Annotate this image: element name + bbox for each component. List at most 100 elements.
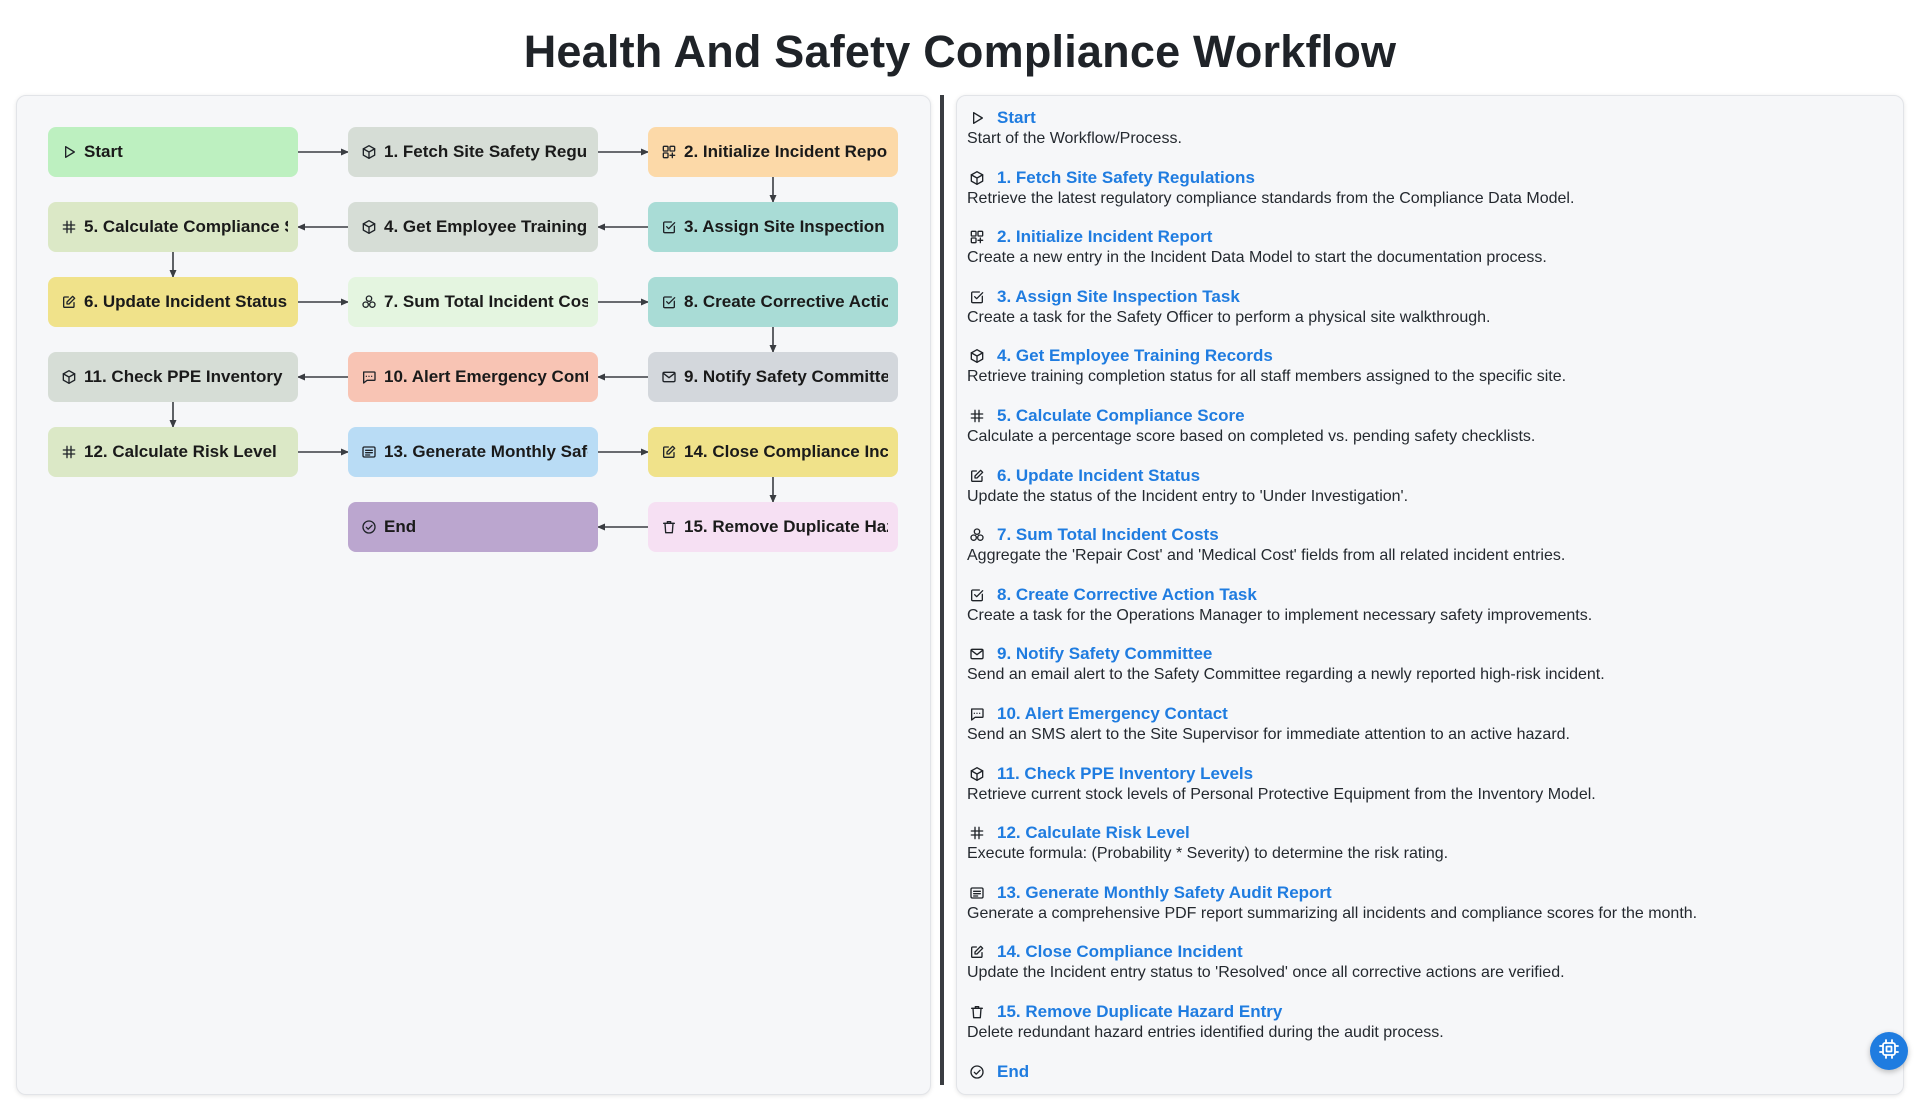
flow-node-label: 12. Calculate Risk Level bbox=[84, 442, 277, 462]
step-description: Retrieve current stock levels of Persona… bbox=[967, 786, 1897, 804]
flow-node-label: 7. Sum Total Incident Costs bbox=[384, 292, 588, 312]
flow-node-n15[interactable]: 15. Remove Duplicate Hazard Entry bbox=[648, 502, 898, 552]
hash-icon bbox=[60, 443, 78, 461]
flow-node-n10[interactable]: 10. Alert Emergency Contact bbox=[348, 352, 598, 402]
checkbox-icon bbox=[660, 293, 678, 311]
flow-diagram: Start 1. Fetch Site Safety Regulations 2. … bbox=[17, 96, 932, 696]
panel-divider[interactable] bbox=[940, 95, 944, 1085]
coins-icon bbox=[967, 525, 987, 545]
flow-node-n8[interactable]: 8. Create Corrective Action Task bbox=[648, 277, 898, 327]
check-circle-icon bbox=[360, 518, 378, 536]
step-title[interactable]: 12. Calculate Risk Level bbox=[997, 823, 1190, 843]
edit-icon bbox=[60, 293, 78, 311]
step-link[interactable]: 12. Calculate Risk Level bbox=[967, 822, 1897, 844]
message-icon bbox=[360, 368, 378, 386]
step-title[interactable]: 4. Get Employee Training Records bbox=[997, 346, 1273, 366]
step-link[interactable]: 7. Sum Total Incident Costs bbox=[967, 524, 1897, 546]
flow-node-label: 11. Check PPE Inventory Levels bbox=[84, 367, 288, 387]
step-title[interactable]: 2. Initialize Incident Report bbox=[997, 227, 1212, 247]
flow-node-n9[interactable]: 9. Notify Safety Committee bbox=[648, 352, 898, 402]
step-title[interactable]: 6. Update Incident Status bbox=[997, 466, 1200, 486]
step-description: Send an email alert to the Safety Commit… bbox=[967, 666, 1897, 684]
step-link[interactable]: 1. Fetch Site Safety Regulations bbox=[967, 167, 1897, 189]
flow-node-n4[interactable]: 4. Get Employee Training Records bbox=[348, 202, 598, 252]
step-item: 1. Fetch Site Safety RegulationsRetrieve… bbox=[967, 164, 1897, 224]
report-icon bbox=[360, 443, 378, 461]
flow-node-label: 15. Remove Duplicate Hazard Entry bbox=[684, 517, 888, 537]
flow-node-n13[interactable]: 13. Generate Monthly Safety Audit Report bbox=[348, 427, 598, 477]
step-title[interactable]: 1. Fetch Site Safety Regulations bbox=[997, 168, 1255, 188]
flow-node-label: 2. Initialize Incident Report bbox=[684, 142, 888, 162]
step-title[interactable]: Start bbox=[997, 108, 1036, 128]
checkbox-icon bbox=[967, 585, 987, 605]
step-item: 5. Calculate Compliance ScoreCalculate a… bbox=[967, 402, 1897, 462]
step-link[interactable]: 5. Calculate Compliance Score bbox=[967, 405, 1897, 427]
step-link[interactable]: Start bbox=[967, 107, 1897, 129]
step-title[interactable]: 3. Assign Site Inspection Task bbox=[997, 287, 1240, 307]
trash-icon bbox=[660, 518, 678, 536]
step-item: 8. Create Corrective Action Task Create a… bbox=[967, 581, 1897, 641]
assistant-button[interactable] bbox=[1870, 1032, 1908, 1070]
step-link[interactable]: 14. Close Compliance Incident bbox=[967, 941, 1897, 963]
step-title[interactable]: 11. Check PPE Inventory Levels bbox=[997, 764, 1253, 784]
step-description: Delete redundant hazard entries identifi… bbox=[967, 1024, 1897, 1042]
cube-icon bbox=[967, 346, 987, 366]
step-link[interactable]: 15. Remove Duplicate Hazard Entry bbox=[967, 1001, 1897, 1023]
page-title: Health And Safety Compliance Workflow bbox=[0, 26, 1920, 78]
flow-node-n14[interactable]: 14. Close Compliance Incident bbox=[648, 427, 898, 477]
step-title[interactable]: 13. Generate Monthly Safety Audit Report bbox=[997, 883, 1332, 903]
step-title[interactable]: 7. Sum Total Incident Costs bbox=[997, 525, 1219, 545]
step-title[interactable]: 10. Alert Emergency Contact bbox=[997, 704, 1228, 724]
flow-node-n7[interactable]: 7. Sum Total Incident Costs bbox=[348, 277, 598, 327]
step-link[interactable]: End bbox=[967, 1061, 1897, 1083]
step-description: Update the Incident entry status to 'Res… bbox=[967, 964, 1897, 982]
step-description: Update the status of the Incident entry … bbox=[967, 488, 1897, 506]
step-item: 10. Alert Emergency ContactSend an SMS a… bbox=[967, 700, 1897, 760]
step-description: Aggregate the 'Repair Cost' and 'Medical… bbox=[967, 547, 1897, 565]
step-title[interactable]: 9. Notify Safety Committee bbox=[997, 644, 1212, 664]
step-link[interactable]: 3. Assign Site Inspection Task bbox=[967, 286, 1897, 308]
coins-icon bbox=[360, 293, 378, 311]
flow-node-start[interactable]: Start bbox=[48, 127, 298, 177]
chip-icon bbox=[1877, 1037, 1901, 1066]
step-title[interactable]: 14. Close Compliance Incident bbox=[997, 942, 1243, 962]
flow-node-n2[interactable]: 2. Initialize Incident Report bbox=[648, 127, 898, 177]
edit-icon bbox=[967, 942, 987, 962]
step-link[interactable]: 11. Check PPE Inventory Levels bbox=[967, 763, 1897, 785]
grid-plus-icon bbox=[660, 143, 678, 161]
step-description: Generate a comprehensive PDF report summ… bbox=[967, 905, 1897, 923]
play-icon bbox=[60, 143, 78, 161]
hash-icon bbox=[967, 823, 987, 843]
step-link[interactable]: 8. Create Corrective Action Task bbox=[967, 584, 1897, 606]
flow-node-n3[interactable]: 3. Assign Site Inspection Task bbox=[648, 202, 898, 252]
step-item: 15. Remove Duplicate Hazard Entry Delete … bbox=[967, 998, 1897, 1058]
step-item: End bbox=[967, 1058, 1897, 1117]
step-title[interactable]: 8. Create Corrective Action Task bbox=[997, 585, 1257, 605]
step-link[interactable]: 6. Update Incident Status bbox=[967, 465, 1897, 487]
hash-icon bbox=[967, 406, 987, 426]
step-link[interactable]: 13. Generate Monthly Safety Audit Report bbox=[967, 882, 1897, 904]
step-description: Create a task for the Operations Manager… bbox=[967, 607, 1897, 625]
cube-icon bbox=[360, 218, 378, 236]
step-title[interactable]: End bbox=[997, 1062, 1029, 1082]
flow-node-n12[interactable]: 12. Calculate Risk Level bbox=[48, 427, 298, 477]
flow-node-n5[interactable]: 5. Calculate Compliance Score bbox=[48, 202, 298, 252]
step-link[interactable]: 2. Initialize Incident Report bbox=[967, 226, 1897, 248]
step-title[interactable]: 5. Calculate Compliance Score bbox=[997, 406, 1245, 426]
flow-node-end[interactable]: End bbox=[348, 502, 598, 552]
step-item: 9. Notify Safety Committee Send an email … bbox=[967, 640, 1897, 700]
checkbox-icon bbox=[967, 287, 987, 307]
flow-node-n11[interactable]: 11. Check PPE Inventory Levels bbox=[48, 352, 298, 402]
message-icon bbox=[967, 704, 987, 724]
step-link[interactable]: 9. Notify Safety Committee bbox=[967, 643, 1897, 665]
flow-node-label: 6. Update Incident Status bbox=[84, 292, 287, 312]
flow-node-label: 8. Create Corrective Action Task bbox=[684, 292, 888, 312]
step-link[interactable]: 10. Alert Emergency Contact bbox=[967, 703, 1897, 725]
step-title[interactable]: 15. Remove Duplicate Hazard Entry bbox=[997, 1002, 1282, 1022]
flow-node-n6[interactable]: 6. Update Incident Status bbox=[48, 277, 298, 327]
edit-icon bbox=[660, 443, 678, 461]
step-link[interactable]: 4. Get Employee Training Records bbox=[967, 345, 1897, 367]
flow-node-label: 1. Fetch Site Safety Regulations bbox=[384, 142, 588, 162]
flow-node-n1[interactable]: 1. Fetch Site Safety Regulations bbox=[348, 127, 598, 177]
step-item: 14. Close Compliance Incident Update the … bbox=[967, 938, 1897, 998]
